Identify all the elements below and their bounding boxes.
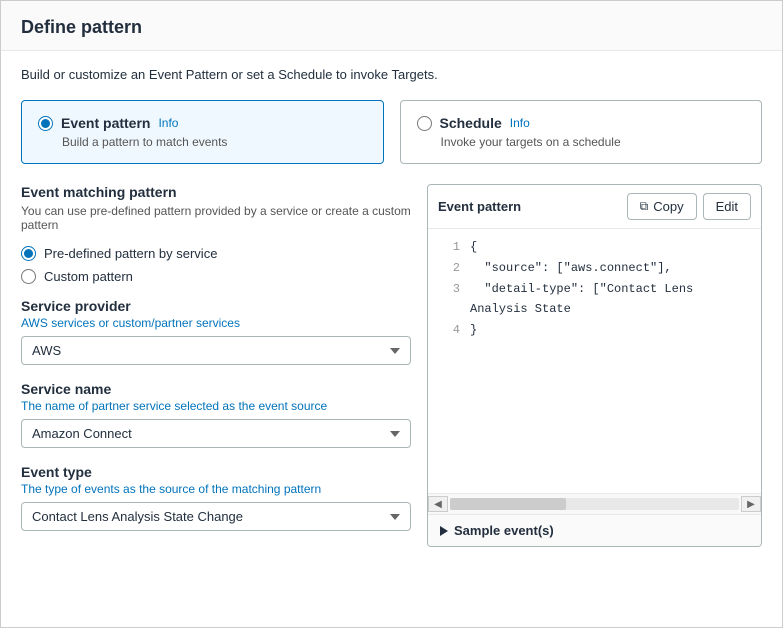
scroll-track[interactable] — [450, 498, 739, 510]
event-pattern-info-link[interactable]: Info — [158, 116, 178, 130]
code-area: 1 { 2 "source": ["aws.connect"], 3 "deta… — [428, 229, 761, 493]
copy-button[interactable]: ⧉ Copy — [627, 193, 697, 220]
custom-option[interactable]: Custom pattern — [21, 269, 411, 284]
schedule-option[interactable]: Schedule Info Invoke your targets on a s… — [400, 100, 763, 164]
expand-triangle-icon — [440, 526, 448, 536]
service-provider-label: Service provider — [21, 298, 411, 314]
event-type-select[interactable]: Contact Lens Analysis State Change All E… — [21, 502, 411, 531]
copy-icon: ⧉ — [640, 199, 649, 214]
sample-events-row[interactable]: Sample event(s) — [428, 514, 761, 546]
event-matching-title: Event matching pattern — [21, 184, 411, 200]
code-line: 2 "source": ["aws.connect"], — [428, 258, 761, 279]
code-panel-title: Event pattern — [438, 199, 521, 214]
event-type-label: Event type — [21, 464, 411, 480]
event-type-hint: The type of events as the source of the … — [21, 482, 411, 496]
schedule-radio[interactable] — [417, 116, 432, 131]
scroll-left-arrow[interactable]: ◀ — [428, 496, 448, 512]
predefined-radio[interactable] — [21, 246, 36, 261]
service-provider-hint: AWS services or custom/partner services — [21, 316, 411, 330]
schedule-desc: Invoke your targets on a schedule — [441, 135, 746, 149]
sample-events-label: Sample event(s) — [454, 523, 554, 538]
horizontal-scrollbar[interactable]: ◀ ▶ — [428, 493, 761, 514]
service-name-select[interactable]: Amazon Connect Amazon S3 Amazon EC2 — [21, 419, 411, 448]
scroll-thumb — [450, 498, 566, 510]
page-title: Define pattern — [21, 17, 762, 38]
event-pattern-radio[interactable] — [38, 116, 53, 131]
service-provider-select[interactable]: AWS Custom/Partner — [21, 336, 411, 365]
edit-button[interactable]: Edit — [703, 193, 751, 220]
predefined-option[interactable]: Pre-defined pattern by service — [21, 246, 411, 261]
service-name-hint: The name of partner service selected as … — [21, 399, 411, 413]
schedule-info-link[interactable]: Info — [510, 116, 530, 130]
intro-text: Build or customize an Event Pattern or s… — [21, 67, 762, 82]
custom-radio[interactable] — [21, 269, 36, 284]
event-pattern-option[interactable]: Event pattern Info Build a pattern to ma… — [21, 100, 384, 164]
scroll-right-arrow[interactable]: ▶ — [741, 496, 761, 512]
code-line: 4 } — [428, 320, 761, 341]
event-matching-desc: You can use pre-defined pattern provided… — [21, 204, 411, 232]
event-pattern-desc: Build a pattern to match events — [62, 135, 367, 149]
service-name-label: Service name — [21, 381, 411, 397]
code-line: 1 { — [428, 237, 761, 258]
code-line: 3 "detail-type": ["Contact Lens Analysis… — [428, 279, 761, 319]
